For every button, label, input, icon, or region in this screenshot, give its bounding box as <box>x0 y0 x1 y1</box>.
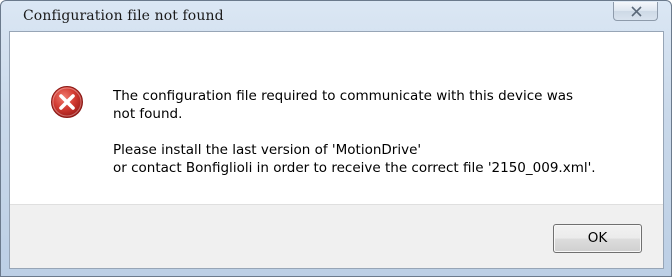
message-area: The configuration file required to commu… <box>10 32 663 204</box>
error-icon <box>51 86 83 118</box>
error-message: The configuration file required to commu… <box>113 87 596 177</box>
title-bar[interactable]: Configuration file not found <box>1 1 671 32</box>
dialog-window: Configuration file not found The configu… <box>0 0 672 277</box>
button-bar: OK <box>10 204 663 268</box>
ok-button[interactable]: OK <box>553 224 642 253</box>
close-icon <box>631 6 642 17</box>
message-line: The configuration file required to commu… <box>113 88 574 104</box>
message-line: not found. <box>113 106 183 122</box>
message-line: Please install the last version of 'Moti… <box>113 142 422 158</box>
window-title: Configuration file not found <box>23 8 224 24</box>
close-button[interactable] <box>613 2 658 21</box>
message-line: or contact Bonfiglioli in order to recei… <box>113 160 596 176</box>
dialog-client-area: The configuration file required to commu… <box>9 31 664 269</box>
